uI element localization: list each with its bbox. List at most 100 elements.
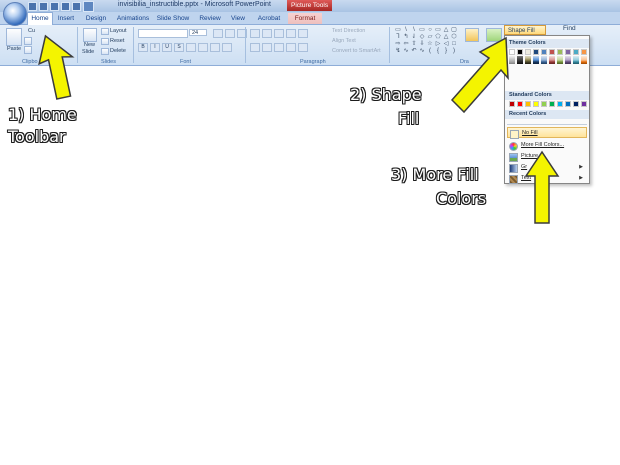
step2-label-line2: Fill [398, 109, 420, 128]
delete-icon[interactable] [101, 48, 109, 55]
home-tab-arrow [38, 34, 75, 100]
theme-swatch[interactable] [565, 49, 571, 55]
new-slide-button-line2[interactable]: Slide [82, 49, 94, 55]
group-divider [245, 27, 246, 63]
no-fill-icon [510, 130, 519, 139]
more-fill-colors-arrow [524, 150, 560, 224]
standard-swatch[interactable] [549, 101, 555, 107]
theme-swatch[interactable] [557, 49, 563, 55]
line-spacing-icon[interactable] [298, 29, 308, 38]
theme-swatch[interactable] [549, 49, 555, 55]
text-direction-button[interactable]: Text Direction [332, 28, 365, 34]
change-case-icon[interactable] [210, 43, 220, 52]
tab-format[interactable]: Format [288, 13, 322, 24]
standard-swatch[interactable] [525, 101, 531, 107]
tab-slide-show[interactable]: Slide Show [156, 13, 190, 24]
char-spacing-icon[interactable] [198, 43, 208, 52]
submenu-arrow-icon: ▶ [579, 164, 583, 170]
theme-swatch[interactable] [533, 49, 539, 55]
underline-button[interactable]: U [162, 43, 172, 52]
cut-button[interactable]: Cu [28, 28, 35, 34]
gradient-icon [509, 164, 518, 173]
theme-swatch[interactable] [573, 49, 579, 55]
paste-button[interactable]: Paste [7, 46, 21, 52]
shape-fill-button[interactable]: Shape Fill [504, 25, 546, 35]
theme-swatch[interactable] [541, 49, 547, 55]
increase-indent-icon[interactable] [286, 29, 296, 38]
tab-view[interactable]: View [228, 13, 248, 24]
picture-tools-context-title: Picture Tools [287, 0, 333, 11]
shadow-icon[interactable] [186, 43, 196, 52]
tab-review[interactable]: Review [198, 13, 222, 24]
theme-swatch[interactable] [581, 49, 587, 55]
redo-icon[interactable] [50, 2, 59, 11]
palette-icon [509, 142, 518, 151]
standard-swatch[interactable] [541, 101, 547, 107]
menu-separator [507, 124, 587, 125]
standard-swatch[interactable] [533, 101, 539, 107]
tab-animations[interactable]: Animations [115, 13, 151, 24]
reset-icon[interactable] [101, 38, 109, 45]
grow-font-icon[interactable] [213, 29, 223, 38]
convert-smartart-button[interactable]: Convert to SmartArt [332, 48, 381, 54]
font-name-field[interactable] [138, 29, 188, 38]
find-button[interactable]: Find [563, 25, 576, 32]
submenu-arrow-icon: ▶ [579, 175, 583, 181]
print-preview-icon[interactable] [72, 2, 81, 11]
theme-swatch[interactable] [525, 49, 531, 55]
window-title: invisibilia_instructible.pptx - Microsof… [118, 1, 271, 8]
picture-icon [509, 153, 518, 162]
tab-insert[interactable]: Insert [55, 13, 77, 24]
step3-label-line2: Colors [436, 189, 487, 208]
font-size-field[interactable]: 24 [189, 29, 207, 36]
delete-button[interactable]: Delete [110, 48, 126, 54]
customize-icon[interactable] [61, 2, 70, 11]
paste-icon[interactable] [6, 28, 22, 46]
standard-swatch[interactable] [565, 101, 571, 107]
strikethrough-button[interactable]: S [174, 43, 184, 52]
layout-icon[interactable] [101, 28, 109, 35]
copy-icon[interactable] [24, 37, 32, 45]
slideshow-icon[interactable] [83, 1, 94, 12]
undo-icon[interactable] [39, 2, 48, 11]
align-left-icon[interactable] [250, 43, 260, 52]
align-right-icon[interactable] [274, 43, 284, 52]
justify-icon[interactable] [286, 43, 296, 52]
font-color-icon[interactable] [222, 43, 232, 52]
tab-acrobat[interactable]: Acrobat [256, 13, 282, 24]
paragraph-group-label: Paragraph [300, 59, 326, 65]
group-divider [133, 27, 134, 63]
italic-button[interactable]: I [150, 43, 160, 52]
reset-button[interactable]: Reset [110, 38, 124, 44]
align-center-icon[interactable] [262, 43, 272, 52]
shrink-font-icon[interactable] [225, 29, 235, 38]
numbering-icon[interactable] [262, 29, 272, 38]
layout-button[interactable]: Layout [110, 28, 127, 34]
theme-tints-grid[interactable] [509, 56, 587, 64]
save-icon[interactable] [28, 2, 37, 11]
align-text-button[interactable]: Align Text [332, 38, 356, 44]
no-fill-item[interactable]: No Fill [507, 127, 587, 139]
texture-icon [509, 175, 518, 184]
standard-swatch[interactable] [557, 101, 563, 107]
theme-colors-row [509, 49, 587, 55]
standard-colors-row [509, 101, 587, 107]
step1-label-line1: 1) Home [8, 105, 77, 124]
tab-home[interactable]: Home [27, 12, 53, 25]
columns-icon[interactable] [298, 43, 308, 52]
group-divider [389, 27, 390, 63]
clipboard-group-label: Clipbo [22, 59, 38, 65]
new-slide-button[interactable]: New [84, 42, 95, 48]
decrease-indent-icon[interactable] [274, 29, 284, 38]
bold-button[interactable]: B [138, 43, 148, 52]
step2-label-line1: 2) Shape [350, 85, 422, 104]
standard-swatch[interactable] [573, 101, 579, 107]
tab-design[interactable]: Design [84, 13, 108, 24]
slides-group-label: Slides [101, 59, 116, 65]
format-painter-icon[interactable] [24, 46, 32, 54]
bullets-icon[interactable] [250, 29, 260, 38]
step3-label-line1: 3) More Fill [391, 165, 479, 184]
standard-swatch[interactable] [581, 101, 587, 107]
office-button[interactable] [3, 2, 27, 26]
new-slide-icon[interactable] [83, 28, 97, 42]
